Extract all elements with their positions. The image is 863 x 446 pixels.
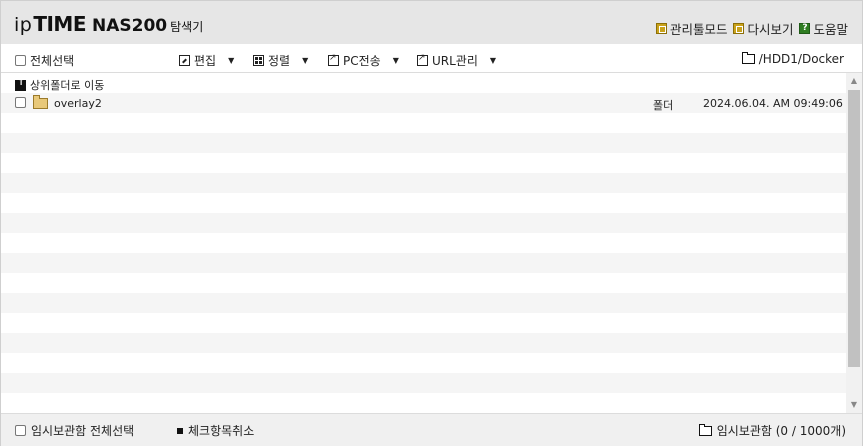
logo-model: NAS200 [92, 16, 168, 36]
footer-bar: 임시보관함 전체선택 체크항목취소 임시보관함 (0 / 1000개) [1, 413, 862, 446]
file-list: 상위폴더로 이동 overlay2 폴더 2024.06.04. AM 09:4… [1, 73, 846, 413]
sort-menu[interactable]: 정렬 ▼ [253, 52, 308, 69]
select-all-checkbox[interactable] [15, 55, 26, 66]
temp-box-label: 임시보관함 (0 / 1000개) [716, 424, 846, 438]
arrow-up-icon [15, 77, 26, 91]
admin-tool-icon [655, 23, 667, 34]
url-manage-label: URL관리 [432, 54, 478, 68]
chevron-down-icon: ▼ [392, 56, 399, 65]
scrollbar-thumb[interactable] [848, 90, 860, 367]
url-manage-menu[interactable]: URL관리 ▼ [417, 52, 496, 69]
pc-transfer-menu[interactable]: PC전송 ▼ [328, 52, 399, 69]
empty-row [1, 113, 846, 133]
header-bar: ip TIME NAS200 탐색기 관리툴모드 다시보기 ? 도움말 [1, 1, 862, 44]
help-link[interactable]: ? 도움말 [799, 19, 848, 38]
empty-row [1, 213, 846, 233]
help-label: 도움말 [813, 22, 848, 37]
sort-label: 정렬 [268, 54, 291, 68]
edit-menu[interactable]: 편집 ▼ [179, 52, 234, 69]
temp-box-link[interactable]: 임시보관함 (0 / 1000개) [698, 422, 846, 439]
pc-transfer-icon [328, 53, 339, 66]
folder-icon [741, 52, 755, 64]
empty-row [1, 233, 846, 253]
uncheck-button[interactable]: 체크항목취소 [177, 422, 254, 439]
go-up-folder[interactable]: 상위폴더로 이동 [15, 77, 104, 93]
empty-row [1, 253, 846, 273]
empty-row [1, 333, 846, 353]
list-item: 상위폴더로 이동 [1, 73, 846, 93]
chevron-down-icon: ▼ [489, 56, 497, 65]
logo-subtitle: 탐색기 [170, 20, 204, 34]
reload-label: 다시보기 [747, 22, 794, 37]
select-all-label: 전체선택 [30, 54, 75, 68]
empty-row [1, 353, 846, 373]
empty-row [1, 273, 846, 293]
edit-label: 편집 [194, 54, 217, 68]
empty-row [1, 393, 846, 413]
admin-mode-link[interactable]: 관리툴모드 [655, 19, 728, 38]
file-checkbox[interactable] [15, 97, 26, 108]
temp-select-all-label: 임시보관함 전체선택 [31, 424, 135, 438]
folder-icon [33, 95, 48, 109]
admin-mode-label: 관리툴모드 [669, 22, 728, 37]
file-row[interactable]: overlay2 폴더 2024.06.04. AM 09:49:06 [1, 93, 846, 113]
help-icon: ? [799, 23, 811, 34]
empty-row [1, 173, 846, 193]
reload-link[interactable]: 다시보기 [733, 19, 793, 38]
vertical-scrollbar[interactable]: ▲ ▼ [846, 73, 862, 413]
header-links: 관리툴모드 다시보기 ? 도움말 [655, 19, 848, 38]
file-name[interactable]: overlay2 [54, 97, 102, 110]
reload-icon [733, 23, 745, 34]
logo-time: TIME [33, 12, 86, 36]
logo: ip TIME NAS200 탐색기 [14, 12, 204, 36]
logo-ip: ip [14, 14, 33, 36]
chevron-down-icon: ▼ [302, 56, 309, 65]
scroll-down-icon[interactable]: ▼ [846, 397, 862, 413]
sort-icon [253, 55, 264, 66]
minus-icon [177, 427, 183, 434]
temp-select-all[interactable]: 임시보관함 전체선택 [15, 422, 134, 439]
url-manage-icon [417, 53, 428, 66]
explorer-window: ip TIME NAS200 탐색기 관리툴모드 다시보기 ? 도움말 전체선택 [0, 0, 863, 446]
empty-row [1, 193, 846, 213]
toolbar: 전체선택 편집 ▼ 정렬 ▼ PC전송 ▼ URL관리 ▼ /HDD1/Dock… [1, 45, 862, 73]
empty-row [1, 133, 846, 153]
empty-row [1, 153, 846, 173]
file-date: 2024.06.04. AM 09:49:06 [703, 97, 843, 110]
go-up-label: 상위폴더로 이동 [30, 79, 105, 92]
pc-transfer-label: PC전송 [343, 54, 381, 68]
folder-icon [698, 423, 712, 436]
empty-row [1, 313, 846, 333]
current-path: /HDD1/Docker [741, 52, 844, 66]
select-all[interactable]: 전체선택 [15, 52, 74, 69]
uncheck-label: 체크항목취소 [188, 424, 255, 438]
empty-row [1, 293, 846, 313]
current-path-label: /HDD1/Docker [758, 52, 844, 66]
empty-row [1, 373, 846, 393]
scroll-up-icon[interactable]: ▲ [846, 73, 862, 89]
file-type: 폴더 [653, 99, 674, 112]
chevron-down-icon: ▼ [228, 56, 235, 65]
edit-icon [179, 55, 190, 66]
temp-select-all-checkbox[interactable] [15, 425, 26, 436]
